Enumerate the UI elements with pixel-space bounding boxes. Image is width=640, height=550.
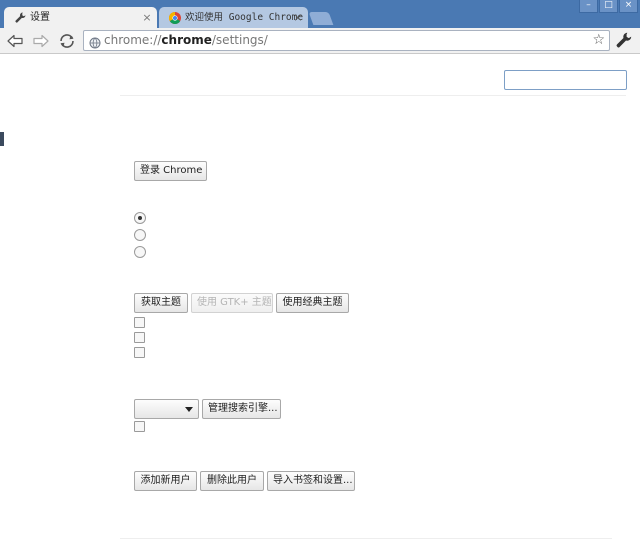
chrome-logo-icon xyxy=(168,7,182,28)
search-settings-input[interactable] xyxy=(504,70,627,90)
dropdown-caret-icon xyxy=(185,407,193,412)
search-engine-select[interactable] xyxy=(134,399,199,419)
url-text: chrome://chrome/settings/ xyxy=(104,33,268,47)
appearance-checkbox-1[interactable] xyxy=(134,317,145,328)
address-bar[interactable]: chrome://chrome/settings/ ☆ xyxy=(83,30,610,51)
new-tab-button[interactable] xyxy=(308,12,334,25)
use-gtk-theme-button: 使用 GTK+ 主题 xyxy=(191,293,273,313)
back-button[interactable] xyxy=(5,31,25,51)
tab-title: 欢迎使用 Google Chrome § xyxy=(185,12,308,23)
close-tab-icon[interactable]: × xyxy=(292,7,304,28)
minimize-button[interactable]: – xyxy=(579,0,598,13)
footer-divider xyxy=(120,538,612,539)
appearance-checkbox-3[interactable] xyxy=(134,347,145,358)
sign-in-chrome-button[interactable]: 登录 Chrome xyxy=(134,161,207,181)
maximize-button[interactable]: □ xyxy=(599,0,618,13)
import-bookmarks-button[interactable]: 导入书签和设置... xyxy=(267,471,355,491)
tab-welcome[interactable]: 欢迎使用 Google Chrome § × xyxy=(159,7,308,28)
appearance-checkbox-2[interactable] xyxy=(134,332,145,343)
wrench-icon xyxy=(616,32,632,48)
manage-search-engines-button[interactable]: 管理搜索引擎... xyxy=(202,399,281,419)
globe-icon xyxy=(89,34,101,53)
get-themes-button[interactable]: 获取主题 xyxy=(134,293,188,313)
instant-checkbox[interactable] xyxy=(134,421,145,432)
title-bar: 设置 × 欢迎使用 Google Chrome § × – □ × xyxy=(0,0,640,28)
bookmark-star-icon[interactable]: ☆ xyxy=(592,32,605,49)
window-controls: – □ × xyxy=(579,0,638,13)
header-divider xyxy=(120,95,626,96)
startup-radio-1[interactable] xyxy=(134,212,146,224)
add-user-button[interactable]: 添加新用户 xyxy=(134,471,197,491)
delete-user-button[interactable]: 删除此用户 xyxy=(200,471,264,491)
tab-settings[interactable]: 设置 × xyxy=(4,7,157,28)
close-tab-icon[interactable]: × xyxy=(141,7,153,28)
startup-radio-2[interactable] xyxy=(134,229,146,241)
startup-radio-3[interactable] xyxy=(134,246,146,258)
wrench-icon xyxy=(13,7,27,28)
reload-button[interactable] xyxy=(57,31,77,51)
tab-title: 设置 xyxy=(30,12,50,23)
reload-icon xyxy=(60,34,74,48)
close-window-button[interactable]: × xyxy=(619,0,638,13)
use-classic-theme-button[interactable]: 使用经典主题 xyxy=(276,293,349,313)
browser-toolbar: chrome://chrome/settings/ ☆ xyxy=(0,28,640,54)
back-arrow-icon xyxy=(7,34,23,48)
forward-button[interactable] xyxy=(31,31,51,51)
wrench-menu-button[interactable] xyxy=(616,32,634,50)
sidebar-marker xyxy=(0,132,4,146)
forward-arrow-icon xyxy=(33,34,49,48)
